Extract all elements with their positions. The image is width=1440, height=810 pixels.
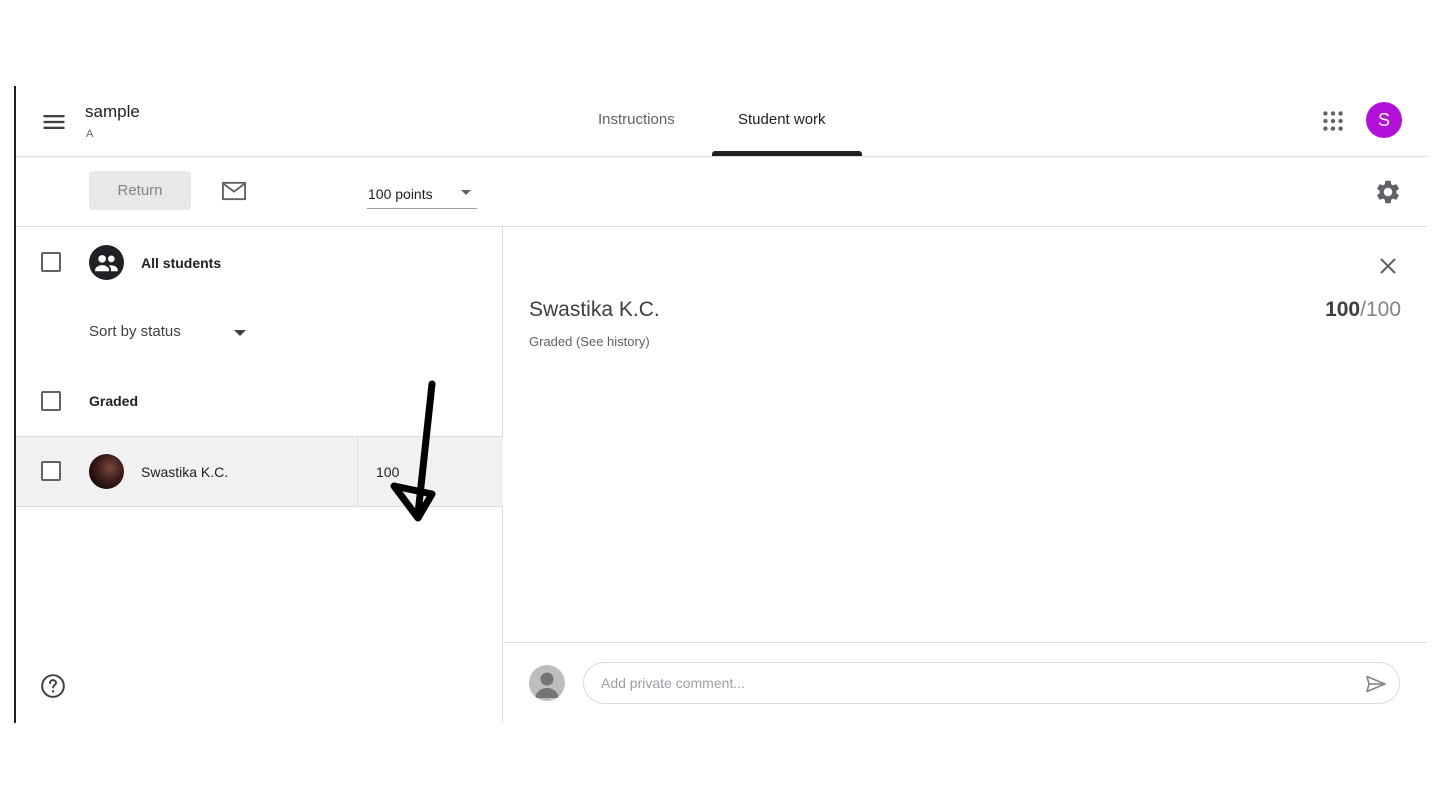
all-students-label[interactable]: All students — [141, 255, 221, 271]
detail-score: 100/100 — [1325, 298, 1401, 322]
class-section: A — [86, 128, 94, 140]
tab-student-work[interactable]: Student work — [738, 111, 826, 128]
student-detail-panel: Swastika K.C. Graded (See history) 100/1… — [504, 227, 1427, 723]
detail-student-name: Swastika K.C. — [529, 298, 660, 321]
points-value: 100 points — [368, 186, 433, 202]
user-avatar — [529, 665, 565, 701]
app-header: sample A Instructions Student work S — [16, 86, 1427, 157]
send-icon[interactable] — [1364, 672, 1388, 696]
sort-dropdown[interactable]: Sort by status — [89, 319, 254, 343]
private-comment-input[interactable] — [583, 662, 1400, 704]
student-checkbox[interactable] — [41, 461, 61, 481]
classroom-window: sample A Instructions Student work S Ret… — [14, 86, 1427, 723]
private-comment-bar — [504, 642, 1427, 723]
chevron-down-icon — [234, 330, 246, 336]
active-tab-indicator — [712, 151, 862, 156]
score-total: /100 — [1360, 298, 1401, 321]
chevron-down-icon — [461, 190, 471, 195]
help-icon[interactable] — [40, 673, 66, 699]
student-avatar — [89, 454, 124, 489]
grading-status-link[interactable]: Graded (See history) — [529, 334, 650, 349]
annotation-arrow — [390, 380, 436, 522]
mail-icon[interactable] — [220, 177, 248, 205]
menu-icon[interactable] — [40, 108, 68, 136]
gear-icon[interactable] — [1374, 178, 1402, 206]
student-name: Swastika K.C. — [141, 464, 229, 480]
section-heading-graded: Graded — [89, 393, 139, 409]
account-avatar[interactable]: S — [1366, 102, 1402, 138]
tab-instructions[interactable]: Instructions — [598, 111, 675, 128]
score-value: 100 — [1325, 298, 1361, 321]
divider — [357, 437, 358, 506]
close-icon[interactable] — [1376, 254, 1400, 278]
return-button[interactable]: Return — [89, 171, 191, 210]
points-dropdown[interactable]: 100 points — [367, 179, 477, 209]
apps-grid-icon[interactable] — [1320, 108, 1346, 134]
select-graded-checkbox[interactable] — [41, 391, 61, 411]
assignment-title: sample — [85, 102, 140, 121]
group-icon — [89, 245, 124, 280]
grading-toolbar: Return 100 points — [16, 157, 1427, 227]
sort-label: Sort by status — [89, 323, 181, 340]
select-all-checkbox[interactable] — [41, 252, 61, 272]
